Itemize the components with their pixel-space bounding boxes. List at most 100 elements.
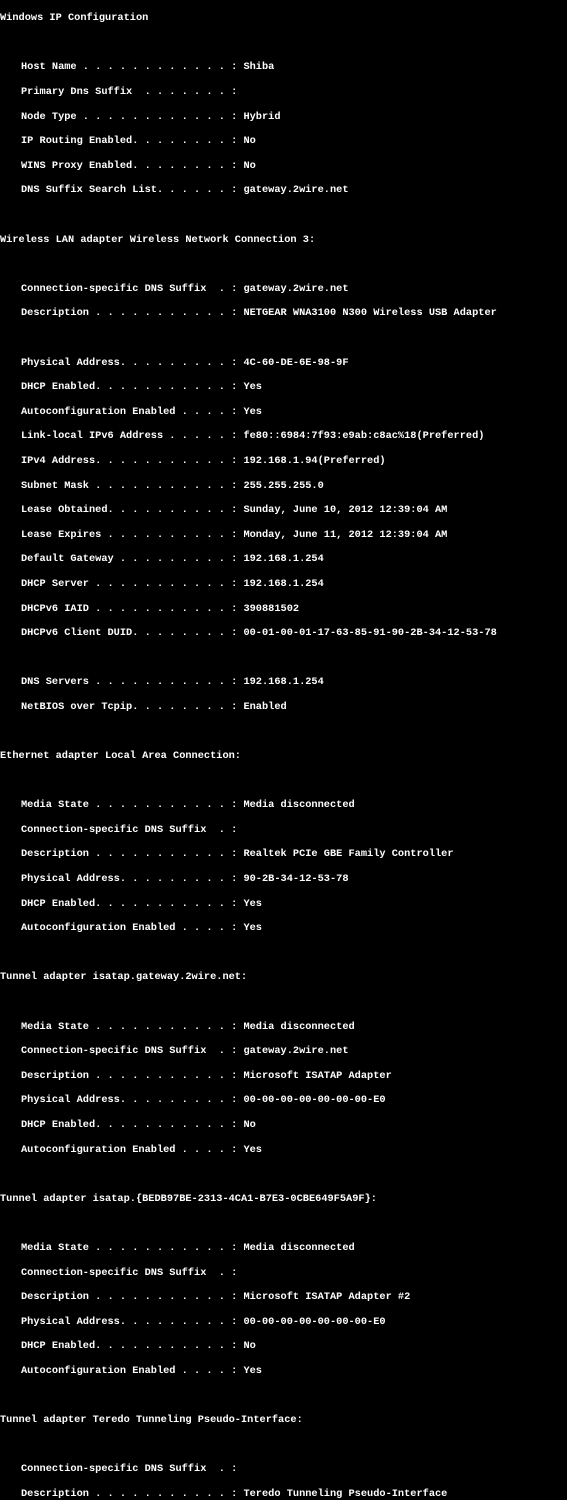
section-title: Ethernet adapter Local Area Connection:: [0, 750, 567, 762]
label: DHCP Server . . . . . . . . . . . :: [21, 578, 243, 590]
kv-row: Primary Dns Suffix . . . . . . . :: [0, 86, 567, 98]
value: gateway.2wire.net: [243, 283, 348, 295]
value: 192.168.1.254: [243, 676, 323, 688]
label: Media State . . . . . . . . . . . :: [21, 1242, 243, 1254]
label: Media State . . . . . . . . . . . :: [21, 799, 243, 811]
label: NetBIOS over Tcpip. . . . . . . . :: [21, 701, 243, 713]
section-title: Wireless LAN adapter Wireless Network Co…: [0, 234, 567, 246]
value: Yes: [243, 1144, 262, 1156]
kv-row: Connection-specific DNS Suffix . :: [0, 1463, 567, 1475]
label: Connection-specific DNS Suffix . :: [21, 1045, 243, 1057]
label: Physical Address. . . . . . . . . :: [21, 873, 243, 885]
value: fe80::6984:7f93:e9ab:c8ac%18(Preferred): [243, 430, 484, 442]
value: 4C-60-DE-6E-98-9F: [243, 357, 348, 369]
value: Monday, June 11, 2012 12:39:04 AM: [243, 529, 447, 541]
label: Subnet Mask . . . . . . . . . . . :: [21, 480, 243, 492]
label: Physical Address. . . . . . . . . :: [21, 1316, 243, 1328]
kv-row: Host Name . . . . . . . . . . . . : Shib…: [0, 61, 567, 73]
blank-line: [0, 37, 567, 49]
kv-row: Physical Address. . . . . . . . . : 90-2…: [0, 873, 567, 885]
kv-row: Autoconfiguration Enabled . . . . : Yes: [0, 406, 567, 418]
blank-line: [0, 726, 567, 738]
label: Media State . . . . . . . . . . . :: [21, 1021, 243, 1033]
label: Description . . . . . . . . . . . :: [21, 848, 243, 860]
value: Shiba: [243, 61, 274, 73]
blank-line: [0, 1217, 567, 1229]
label: Physical Address. . . . . . . . . :: [21, 357, 243, 369]
label: Description . . . . . . . . . . . :: [21, 1291, 243, 1303]
label: Host Name . . . . . . . . . . . . :: [21, 61, 243, 73]
blank-line: [0, 1390, 567, 1402]
value: Yes: [243, 898, 262, 910]
label: DNS Servers . . . . . . . . . . . :: [21, 676, 243, 688]
kv-row: DNS Suffix Search List. . . . . . : gate…: [0, 184, 567, 196]
kv-row: Node Type . . . . . . . . . . . . : Hybr…: [0, 111, 567, 123]
kv-row: IPv4 Address. . . . . . . . . . . : 192.…: [0, 455, 567, 467]
kv-row: DNS Servers . . . . . . . . . . . : 192.…: [0, 676, 567, 688]
kv-row: Subnet Mask . . . . . . . . . . . : 255.…: [0, 480, 567, 492]
value: No: [243, 1340, 255, 1352]
label: Autoconfiguration Enabled . . . . :: [21, 406, 243, 418]
kv-row: IP Routing Enabled. . . . . . . . : No: [0, 135, 567, 147]
kv-row: Lease Expires . . . . . . . . . . : Mond…: [0, 529, 567, 541]
value: NETGEAR WNA3100 N300 Wireless USB Adapte…: [243, 307, 496, 319]
kv-row: Autoconfiguration Enabled . . . . : Yes: [0, 1365, 567, 1377]
label: DHCP Enabled. . . . . . . . . . . :: [21, 898, 243, 910]
label: Connection-specific DNS Suffix . :: [21, 1267, 237, 1279]
kv-row: DHCPv6 IAID . . . . . . . . . . . : 3908…: [0, 603, 567, 615]
blank-line: [0, 209, 567, 221]
label: WINS Proxy Enabled. . . . . . . . :: [21, 160, 243, 172]
value: Yes: [243, 922, 262, 934]
blank-line: [0, 652, 567, 664]
value: Realtek PCIe GBE Family Controller: [243, 848, 453, 860]
kv-row: Description . . . . . . . . . . . : NETG…: [0, 307, 567, 319]
value: Sunday, June 10, 2012 12:39:04 AM: [243, 504, 447, 516]
kv-row: Description . . . . . . . . . . . : Tere…: [0, 1488, 567, 1500]
label: Connection-specific DNS Suffix . :: [21, 824, 237, 836]
label: Autoconfiguration Enabled . . . . :: [21, 922, 243, 934]
label: Link-local IPv6 Address . . . . . :: [21, 430, 243, 442]
header: Windows IP Configuration: [0, 12, 567, 24]
kv-row: Media State . . . . . . . . . . . : Medi…: [0, 799, 567, 811]
label: Default Gateway . . . . . . . . . :: [21, 553, 243, 565]
label: DHCP Enabled. . . . . . . . . . . :: [21, 381, 243, 393]
kv-row: DHCPv6 Client DUID. . . . . . . . : 00-0…: [0, 627, 567, 639]
section-title: Tunnel adapter isatap.{BEDB97BE-2313-4CA…: [0, 1193, 567, 1205]
kv-row: Physical Address. . . . . . . . . : 4C-6…: [0, 357, 567, 369]
label: Description . . . . . . . . . . . :: [21, 307, 243, 319]
value: 00-00-00-00-00-00-00-E0: [243, 1316, 385, 1328]
value: 192.168.1.94(Preferred): [243, 455, 385, 467]
kv-row: WINS Proxy Enabled. . . . . . . . : No: [0, 160, 567, 172]
value: No: [243, 135, 255, 147]
kv-row: Default Gateway . . . . . . . . . : 192.…: [0, 553, 567, 565]
value: 192.168.1.254: [243, 553, 323, 565]
value: 192.168.1.254: [243, 578, 323, 590]
value: No: [243, 1119, 255, 1131]
kv-row: Physical Address. . . . . . . . . : 00-0…: [0, 1316, 567, 1328]
value: Media disconnected: [243, 1242, 354, 1254]
blank-line: [0, 1439, 567, 1451]
kv-row: Link-local IPv6 Address . . . . . : fe80…: [0, 430, 567, 442]
value: Teredo Tunneling Pseudo-Interface: [243, 1488, 447, 1500]
kv-row: Media State . . . . . . . . . . . : Medi…: [0, 1242, 567, 1254]
label: Connection-specific DNS Suffix . :: [21, 283, 243, 295]
value: Yes: [243, 1365, 262, 1377]
label: Physical Address. . . . . . . . . :: [21, 1094, 243, 1106]
kv-row: Description . . . . . . . . . . . : Real…: [0, 848, 567, 860]
value: Enabled: [243, 701, 286, 713]
value: gateway.2wire.net: [243, 184, 348, 196]
kv-row: Connection-specific DNS Suffix . :: [0, 824, 567, 836]
label: Lease Obtained. . . . . . . . . . :: [21, 504, 243, 516]
value: gateway.2wire.net: [243, 1045, 348, 1057]
value: Yes: [243, 406, 262, 418]
kv-row: Connection-specific DNS Suffix . : gatew…: [0, 283, 567, 295]
kv-row: DHCP Enabled. . . . . . . . . . . : Yes: [0, 381, 567, 393]
kv-row: Physical Address. . . . . . . . . : 00-0…: [0, 1094, 567, 1106]
kv-row: DHCP Enabled. . . . . . . . . . . : Yes: [0, 898, 567, 910]
kv-row: NetBIOS over Tcpip. . . . . . . . : Enab…: [0, 701, 567, 713]
label: Description . . . . . . . . . . . :: [21, 1070, 243, 1082]
blank-line: [0, 947, 567, 959]
blank-line: [0, 332, 567, 344]
value: Microsoft ISATAP Adapter #2: [243, 1291, 410, 1303]
label: Description . . . . . . . . . . . :: [21, 1488, 243, 1500]
